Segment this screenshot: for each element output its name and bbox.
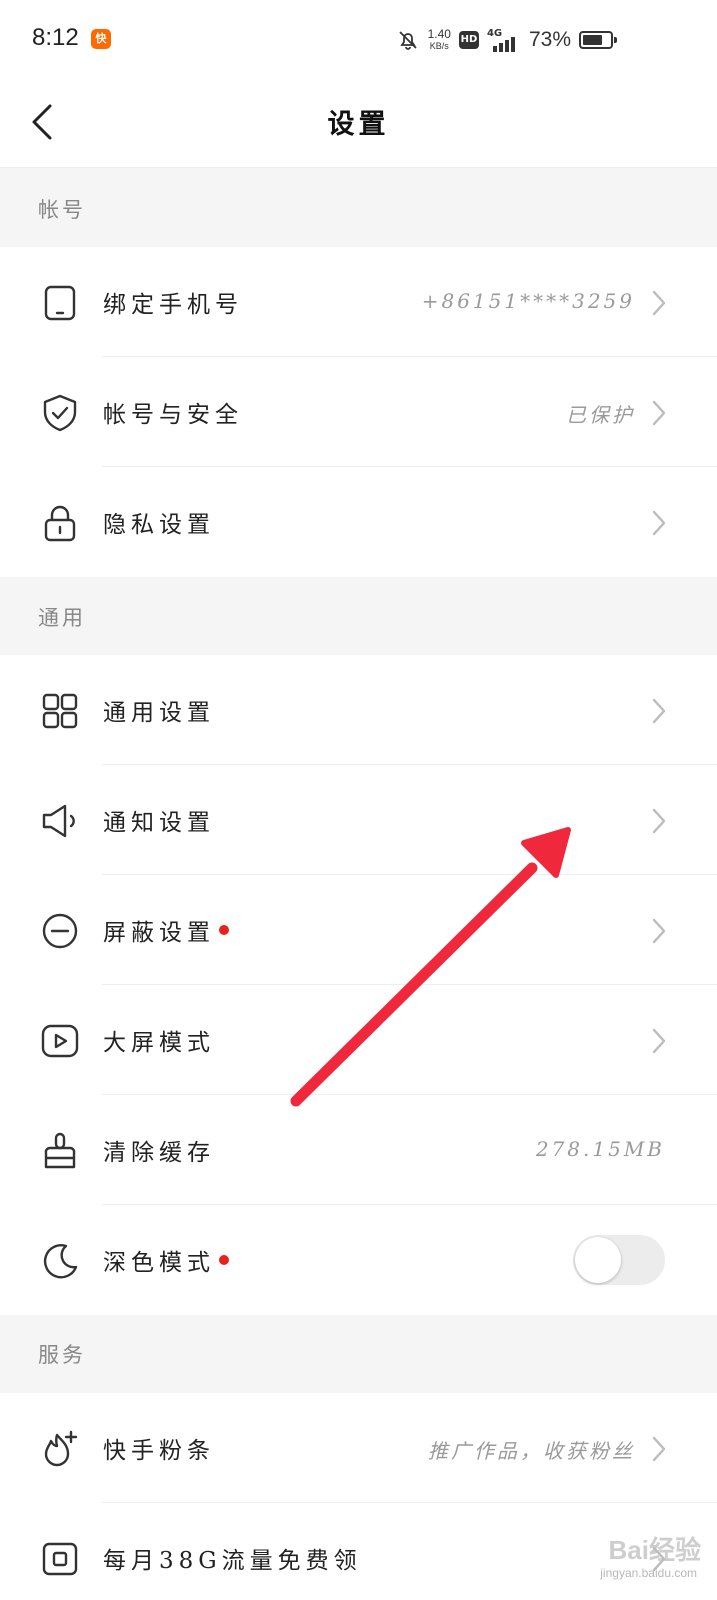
chevron-right-icon — [652, 698, 666, 724]
large-screen-mode-row[interactable]: 大屏模式 — [0, 985, 717, 1095]
red-dot-badge — [219, 925, 229, 935]
row-label: 每月38G流量免费领 — [103, 1548, 362, 1574]
status-bar: 8:12 快 1.40 KB/s HD 4G 73% — [0, 0, 717, 80]
lock-icon — [44, 505, 76, 542]
play-screen-icon — [41, 1024, 79, 1058]
phone-icon — [44, 285, 76, 321]
chevron-right-icon — [652, 510, 666, 536]
row-label: 通用设置 — [103, 700, 215, 726]
section-title: 通用 — [38, 606, 86, 630]
row-label: 绑定手机号 — [103, 292, 243, 318]
hd-badge: HD — [458, 31, 479, 49]
row-value: 推广作品，收获粉丝 — [428, 1439, 635, 1463]
row-label: 深色模式 — [103, 1243, 229, 1277]
section-title: 服务 — [38, 1343, 86, 1367]
brush-icon — [44, 1132, 76, 1169]
notification-settings-row[interactable]: 通知设置 — [0, 765, 717, 875]
general-settings-row[interactable]: 通用设置 — [0, 655, 717, 765]
section-header-general: 通用 — [0, 577, 717, 655]
baidu-watermark: Bai经验 jingyan.baidu.com — [551, 1526, 701, 1586]
watermark-text: Bai经验 — [608, 1535, 701, 1565]
cache-size-value: 278.15MB — [535, 1137, 665, 1161]
net-speed: 1.40 KB/s — [428, 28, 451, 52]
row-value: +86151****3259 — [421, 289, 635, 313]
chevron-right-icon — [652, 808, 666, 834]
flame-plus-icon — [44, 1430, 78, 1467]
bell-off-icon — [398, 31, 417, 50]
shield-check-icon — [43, 394, 77, 432]
chevron-right-icon — [652, 1436, 666, 1462]
chevron-right-icon — [652, 400, 666, 426]
kuaishou-boost-row[interactable]: 快手粉条 推广作品，收获粉丝 — [0, 1393, 717, 1503]
row-label: 隐私设置 — [103, 512, 215, 538]
row-label: 快手粉条 — [103, 1438, 215, 1464]
dark-mode-toggle[interactable] — [573, 1235, 665, 1285]
sim-card-icon — [42, 1542, 78, 1576]
row-label: 大屏模式 — [103, 1030, 215, 1056]
chevron-right-icon — [652, 918, 666, 944]
status-time: 8:12 — [32, 24, 79, 51]
red-dot-badge — [219, 1255, 229, 1265]
moon-icon — [43, 1244, 78, 1279]
account-security-row[interactable]: 帐号与安全 已保护 — [0, 357, 717, 467]
net-speed-value: 1.40 — [427, 27, 451, 41]
block-settings-row[interactable]: 屏蔽设置 — [0, 875, 717, 985]
signal-icon: 4G — [487, 28, 521, 52]
section-header-services: 服务 — [0, 1315, 717, 1393]
minus-circle-icon — [42, 913, 78, 949]
chevron-right-icon — [652, 1028, 666, 1054]
status-indicators: 1.40 KB/s HD 4G 73% — [396, 22, 617, 58]
toggle-knob — [575, 1237, 621, 1283]
dark-mode-row: 深色模式 — [0, 1205, 717, 1315]
section-header-account: 帐号 — [0, 168, 717, 247]
row-label-text: 屏蔽设置 — [103, 920, 215, 946]
row-label: 屏蔽设置 — [103, 913, 229, 947]
battery-percent: 73% — [528, 28, 571, 51]
row-label-text: 深色模式 — [103, 1250, 215, 1276]
kuaishou-app-icon: 快 — [91, 29, 111, 49]
row-value: 已保护 — [566, 403, 635, 427]
watermark-sub: jingyan.baidu.com — [600, 1566, 697, 1580]
chevron-right-icon — [652, 290, 666, 316]
privacy-settings-row[interactable]: 隐私设置 — [0, 467, 717, 577]
app-header: 设置 — [0, 80, 717, 168]
row-label: 帐号与安全 — [103, 402, 243, 428]
row-label: 通知设置 — [103, 810, 215, 836]
battery-icon — [579, 31, 617, 49]
row-label: 清除缓存 — [103, 1140, 215, 1166]
section-title: 帐号 — [38, 198, 86, 222]
clear-cache-row[interactable]: 清除缓存 278.15MB — [0, 1095, 717, 1205]
net-speed-unit: KB/s — [429, 41, 449, 51]
page-title: 设置 — [327, 109, 390, 140]
bind-phone-row[interactable]: 绑定手机号 +86151****3259 — [0, 247, 717, 357]
grid-icon — [42, 693, 78, 729]
speaker-icon — [42, 804, 75, 838]
